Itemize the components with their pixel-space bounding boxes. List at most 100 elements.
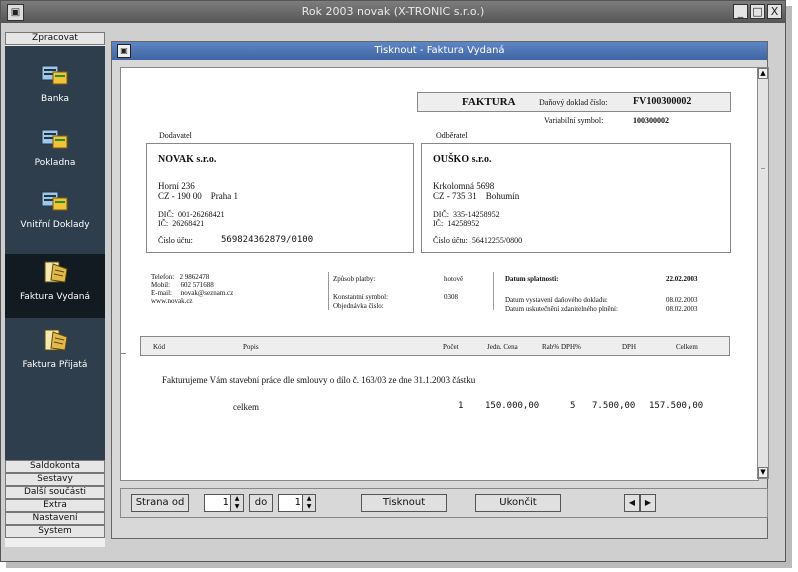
nastaveni-button[interactable]: Nastavení — [5, 512, 105, 525]
minimize-button[interactable]: _ — [733, 4, 748, 19]
supplier-account: 569824362879/0100 — [221, 235, 314, 245]
page-to-stepper-icon[interactable]: ▲ ▼ — [302, 495, 315, 511]
title-bar[interactable]: ▣ Rok 2003 novak (X-TRONIC s.r.o.) _ □ X — [1, 1, 785, 23]
window-title: Rok 2003 novak (X-TRONIC s.r.o.) — [301, 5, 485, 18]
issued-date-label: Datum vystavení daňového dokladu: — [505, 296, 608, 304]
customer-dic: DIČ: 335-14258952 — [433, 210, 500, 219]
cash-register-icon — [41, 129, 68, 149]
line-vat: 7.500,00 — [592, 401, 636, 411]
col-popis: Popis — [243, 343, 259, 351]
internal-documents-icon — [41, 191, 68, 211]
nav-item-pokladna[interactable]: Pokladna — [5, 120, 105, 184]
customer-city: CZ - 735 31 Bohumín — [433, 191, 520, 201]
print-controls: Strana od 1 ▲ ▼ do 1 ▲ ▼ Tisknout Ukončit … — [120, 488, 768, 518]
main-window: ▣ Rok 2003 novak (X-TRONIC s.r.o.) _ □ X… — [0, 0, 786, 562]
maximize-button[interactable]: □ — [750, 4, 765, 19]
col-pocet: Počet — [443, 343, 459, 351]
nav-item-banka[interactable]: Banka — [5, 56, 105, 120]
print-dialog: ▣ Tisknout - Faktura Vydaná FAKTURA Daňo… — [111, 41, 769, 539]
next-page-icon[interactable]: ▶ — [640, 494, 656, 512]
contact-mobile: Mobil: 602 571688 — [151, 281, 214, 289]
taxable-date-label: Datum uskutečnění zdanitelného plnění: — [505, 305, 618, 313]
nav-panel: Banka Pokladna Vnitřní Doklady Faktura V… — [5, 46, 105, 490]
page-to-label-button[interactable]: do — [249, 494, 273, 512]
customer-name: OUŠKO s.r.o. — [433, 154, 492, 165]
contact-phone: Telefon: 2 9862478 — [151, 273, 210, 281]
vertical-scrollbar[interactable]: ▲ ▼ — [757, 67, 769, 479]
col-rab: Rab% — [542, 343, 560, 351]
contact-email: E-mail: novak@seznam.cz — [151, 289, 234, 297]
customer-street: Krkolomná 5698 — [433, 181, 495, 191]
extra-button[interactable]: Extra — [5, 499, 105, 512]
supplier-street: Horní 236 — [158, 181, 195, 191]
nav-label-banka: Banka — [41, 94, 69, 104]
taxable-date: 08.02.2003 — [666, 305, 698, 313]
page-from-spinner[interactable]: 1 ▲ ▼ — [204, 494, 244, 512]
supplier-dic: DIČ: 001-26268421 — [158, 210, 225, 219]
scroll-up-icon[interactable]: ▲ — [758, 68, 768, 79]
contact-web: www.novak.cz — [151, 297, 193, 305]
page-from-stepper-icon[interactable]: ▲ ▼ — [230, 495, 243, 511]
page-to-spinner[interactable]: 1 ▲ ▼ — [278, 494, 316, 512]
dalsi-soucasti-button[interactable]: Další součásti — [5, 486, 105, 499]
supplier-ic: IČ: 26268421 — [158, 219, 205, 228]
scroll-down-icon[interactable]: ▼ — [758, 467, 768, 478]
sestavy-button[interactable]: Sestavy — [5, 473, 105, 486]
saldokonta-button[interactable]: Saldokonta — [5, 460, 105, 473]
print-button[interactable]: Tisknout — [361, 494, 447, 512]
line-total: 157.500,00 — [649, 401, 704, 411]
line-vat-pct: 5 — [570, 401, 576, 411]
nav-label-vnitrni-doklady: Vnitřní Doklady — [20, 220, 90, 230]
supplier-label: Dodavatel — [159, 131, 192, 140]
received-invoice-icon — [44, 329, 68, 351]
dialog-title: Tisknout - Faktura Vydaná — [374, 45, 505, 56]
line-unit-price: 150.000,00 — [485, 401, 540, 411]
due-date-label: Datum splatnosti: — [505, 275, 559, 283]
payment-method-label: Způsob platby: — [333, 275, 376, 283]
col-dph: DPH — [622, 343, 637, 351]
supplier-name: NOVAK s.r.o. — [158, 154, 217, 165]
due-date: 22.02.2003 — [666, 275, 698, 283]
invoice-heading: FAKTURA — [462, 96, 516, 108]
dialog-title-bar[interactable]: ▣ Tisknout - Faktura Vydaná — [112, 42, 767, 60]
supplier-city: CZ - 190 00 Praha 1 — [158, 191, 238, 201]
nav-item-faktura-prijata[interactable]: Faktura Přijatá — [5, 322, 105, 386]
scroll-grip — [761, 168, 765, 169]
prev-page-icon[interactable]: ◀ — [624, 494, 640, 512]
doc-number: FV100300002 — [633, 96, 692, 107]
customer-ic: IČ: 14258952 — [433, 219, 480, 228]
page-from-label-button[interactable]: Strana od — [131, 494, 189, 512]
nav-label-faktura-prijata: Faktura Přijatá — [22, 360, 88, 370]
close-dialog-button[interactable]: Ukončit — [475, 494, 561, 512]
const-symbol: 0308 — [444, 293, 458, 301]
divider-right — [493, 272, 494, 310]
zpracovat-button[interactable]: Zpracovat — [5, 32, 105, 45]
nav-label-pokladna: Pokladna — [34, 158, 76, 168]
nav-item-vnitrni-doklady[interactable]: Vnitřní Doklady — [5, 182, 105, 246]
nav-item-faktura-vydana[interactable]: Faktura Vydaná — [5, 254, 105, 318]
line-qty: 1 — [458, 401, 464, 411]
col-kod: Kód — [153, 343, 166, 351]
line-label: celkem — [233, 402, 259, 412]
col-celkem: Celkem — [676, 343, 698, 351]
page-to-value: 1 — [294, 497, 301, 508]
col-jedn-cena: Jedn. Cena — [487, 343, 518, 351]
nav-label-faktura-vydana: Faktura Vydaná — [19, 292, 91, 302]
payment-method: hotově — [444, 275, 464, 283]
doc-number-label: Daňový doklad číslo: — [539, 98, 608, 107]
invoice-description: Fakturujeme Vám stavební práce dle smlou… — [162, 375, 476, 385]
divider-left — [328, 272, 329, 310]
items-header — [140, 336, 730, 356]
customer-account: Číslo účtu: 56412255/0800 — [433, 236, 523, 245]
system-button[interactable]: System — [5, 525, 105, 538]
invoice-preview: FAKTURA Daňový doklad číslo: FV100300002… — [120, 67, 759, 481]
close-button[interactable]: X — [767, 4, 782, 19]
supplier-account-label: Číslo účtu: — [158, 236, 193, 245]
customer-label: Odběratel — [436, 131, 468, 140]
col-dph-pct: DPH% — [561, 343, 581, 351]
issued-invoice-icon — [44, 261, 68, 283]
order-number-label: Objednávka číslo: — [333, 302, 384, 310]
page-from-value: 1 — [222, 497, 229, 508]
row-marker — [121, 353, 126, 354]
sidebar: Zpracovat Banka Pokladna Vnitřní Doklady… — [5, 32, 105, 547]
